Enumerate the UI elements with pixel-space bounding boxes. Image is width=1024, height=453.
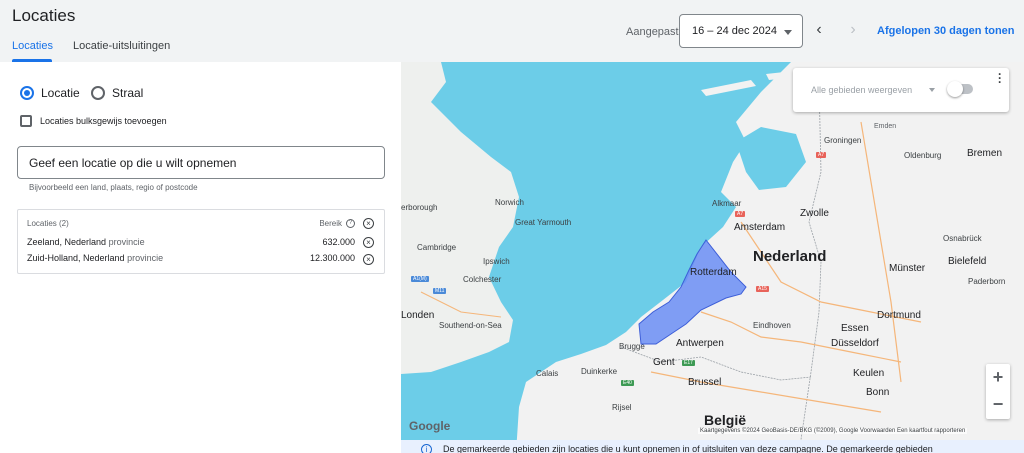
map-label-dortmund: Dortmund bbox=[877, 310, 921, 321]
location-type: provincie bbox=[108, 237, 145, 247]
radio-locatie-label: Locatie bbox=[41, 86, 80, 100]
info-icon: i bbox=[421, 444, 432, 453]
table-row: Zeeland, Nederland provincie 632.000 bbox=[27, 237, 384, 251]
location-reach: 12.300.000 bbox=[309, 253, 355, 263]
map-label-great-yarmouth: Great Yarmouth bbox=[515, 218, 572, 227]
page-title: Locaties bbox=[12, 6, 76, 25]
zoom-controls: + − bbox=[986, 364, 1010, 419]
zoom-out-icon[interactable]: − bbox=[986, 391, 1010, 418]
map-label-belgie: België bbox=[704, 412, 747, 428]
remove-location-icon[interactable]: × bbox=[363, 254, 374, 265]
map-label-brugge: Brugge bbox=[619, 342, 645, 351]
map-label-emden: Emden bbox=[874, 123, 897, 130]
road-e17-badge: E17 bbox=[682, 360, 695, 366]
map-label-duinkerke: Duinkerke bbox=[581, 367, 618, 376]
map-label-paderborn: Paderborn bbox=[968, 277, 1006, 286]
map-label-calais: Calais bbox=[536, 369, 559, 378]
road-a15-badge: A15 bbox=[756, 286, 769, 292]
map-label-london: Londen bbox=[401, 310, 435, 321]
locations-count-header: Locaties (2) bbox=[27, 219, 69, 228]
map-label-essen: Essen bbox=[841, 323, 869, 334]
date-range-select[interactable]: 16 – 24 dec 2024 bbox=[679, 14, 803, 48]
location-panel: Locatie Straal Locaties bulksgewijs toev… bbox=[0, 62, 401, 453]
map-label-gent: Gent bbox=[653, 357, 675, 368]
google-logo: Google bbox=[409, 419, 451, 433]
map-label-rijsel: Rijsel bbox=[612, 403, 632, 412]
radio-locatie[interactable]: Locatie bbox=[20, 86, 80, 100]
road-a1m-badge: A1(M) bbox=[411, 276, 429, 282]
map-label-norwich: Norwich bbox=[495, 198, 524, 207]
checkbox-icon bbox=[20, 115, 32, 127]
top-bar: Locaties Locaties Locatie-uitsluitingen … bbox=[0, 0, 1024, 62]
map-label-bonn: Bonn bbox=[866, 387, 890, 398]
map-label-amsterdam: Amsterdam bbox=[734, 222, 786, 233]
map-label-dusseldorf: Düsseldorf bbox=[831, 338, 879, 349]
info-banner-text: De gemarkeerde gebieden zijn locaties di… bbox=[443, 444, 933, 453]
map-label-cambridge: Cambridge bbox=[417, 243, 457, 252]
bulk-add-checkbox[interactable]: Locaties bulksgewijs toevoegen bbox=[20, 115, 167, 127]
next-period-icon[interactable]: › bbox=[844, 22, 862, 40]
area-filter-select[interactable]: Alle gebieden weergeven bbox=[811, 85, 912, 95]
remove-location-icon[interactable]: × bbox=[363, 237, 374, 248]
map-label-groningen: Groningen bbox=[824, 136, 862, 145]
location-map[interactable]: Nederland België Amsterdam Rotterdam Ant… bbox=[401, 62, 1024, 453]
map-label-southend: Southend-on-Sea bbox=[439, 321, 502, 330]
road-a7-badge: A7 bbox=[735, 211, 746, 217]
radio-unchecked-icon bbox=[91, 86, 105, 100]
map-label-bielefeld: Bielefeld bbox=[948, 256, 987, 267]
map-label-zwolle: Zwolle bbox=[800, 208, 829, 219]
locations-table: Locaties (2) Bereik ? × Zeeland, Nederla… bbox=[17, 209, 385, 274]
remove-all-icon[interactable]: × bbox=[363, 218, 374, 229]
map-label-keulen: Keulen bbox=[853, 368, 885, 379]
map-label-alkmaar: Alkmaar bbox=[712, 199, 742, 208]
road-m11-badge: M11 bbox=[433, 288, 447, 294]
map-label-munster: Münster bbox=[889, 263, 926, 274]
tab-locaties[interactable]: Locaties bbox=[12, 40, 53, 52]
location-name: Zeeland, Nederland bbox=[27, 237, 107, 247]
area-filter-card: Alle gebieden weergeven bbox=[793, 68, 1009, 112]
radio-checked-icon bbox=[20, 86, 34, 100]
map-label-eindhoven: Eindhoven bbox=[753, 321, 791, 330]
map-label-antwerpen: Antwerpen bbox=[676, 338, 724, 349]
date-range-label: Aangepast bbox=[626, 26, 679, 38]
map-label-nederland: Nederland bbox=[753, 248, 827, 265]
map-label-ipswich: Ipswich bbox=[483, 257, 510, 266]
info-banner: i De gemarkeerde gebieden zijn locaties … bbox=[401, 440, 1024, 453]
location-name: Zuid-Holland, Nederland bbox=[27, 253, 125, 263]
previous-period-icon[interactable]: ‹ bbox=[810, 22, 828, 40]
radio-straal-label: Straal bbox=[112, 86, 144, 100]
reach-header: Bereik ? bbox=[319, 219, 355, 228]
location-search-input[interactable]: Geef een locatie op die u wilt opnemen bbox=[17, 146, 385, 179]
location-reach: 632.000 bbox=[322, 237, 355, 247]
toggle-knob bbox=[947, 81, 963, 97]
radio-straal[interactable]: Straal bbox=[91, 86, 143, 100]
map-label-brussel: Brussel bbox=[688, 377, 722, 388]
map-label-bremen: Bremen bbox=[967, 148, 1003, 159]
tab-locatie-uitsluitingen[interactable]: Locatie-uitsluitingen bbox=[73, 40, 170, 52]
map-label-osnabruck: Osnabrück bbox=[943, 234, 982, 243]
location-input-helper: Bijvoorbeeld een land, plaats, regio of … bbox=[29, 183, 198, 192]
map-label-colchester: Colchester bbox=[463, 275, 502, 284]
map-label-rotterdam: Rotterdam bbox=[690, 267, 737, 278]
road-a7-badge: A7 bbox=[816, 152, 827, 158]
zoom-in-icon[interactable]: + bbox=[986, 364, 1010, 391]
area-filter-caret-icon bbox=[929, 88, 935, 92]
help-icon[interactable]: ? bbox=[346, 219, 355, 228]
map-attribution[interactable]: Kaartgegevens ©2024 GeoBasis-DE/BKG (©20… bbox=[698, 428, 968, 434]
more-options-icon[interactable]: · · · bbox=[998, 68, 1002, 88]
map-label-oldenburg: Oldenburg bbox=[904, 151, 942, 160]
date-range-value: 16 – 24 dec 2024 bbox=[692, 25, 778, 37]
location-type: provincie bbox=[127, 253, 164, 263]
show-last-30-days-link[interactable]: Afgelopen 30 dagen tonen bbox=[877, 25, 1015, 37]
table-row: Zuid-Holland, Nederland provincie 12.300… bbox=[27, 253, 384, 267]
dropdown-caret-icon bbox=[784, 30, 792, 35]
road-e40-badge: E40 bbox=[621, 380, 634, 386]
bulk-add-label: Locaties bulksgewijs toevoegen bbox=[40, 116, 167, 126]
map-label-peterborough: erborough bbox=[401, 203, 438, 212]
area-filter-toggle[interactable] bbox=[947, 81, 973, 97]
reach-header-label: Bereik bbox=[319, 219, 342, 228]
